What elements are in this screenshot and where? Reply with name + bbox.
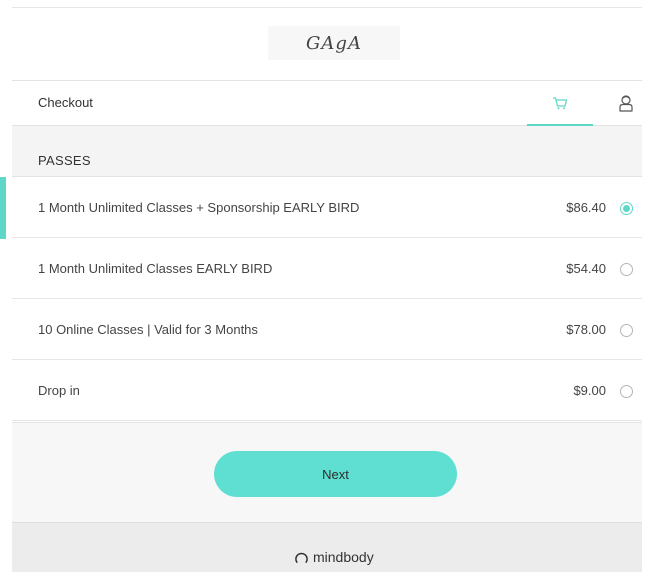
studio-logo-text: GAgA xyxy=(306,32,362,54)
next-button[interactable]: Next xyxy=(214,451,457,497)
user-icon xyxy=(619,95,633,112)
pass-price: $54.40 xyxy=(566,261,606,276)
selected-indicator xyxy=(0,177,6,239)
pass-name: Drop in xyxy=(38,383,80,398)
pass-option[interactable]: Drop in $9.00 xyxy=(12,360,642,421)
pass-name: 1 Month Unlimited Classes + Sponsorship … xyxy=(38,200,360,215)
passes-list: 1 Month Unlimited Classes + Sponsorship … xyxy=(0,177,642,421)
mindbody-brand[interactable]: mindbody xyxy=(294,549,374,565)
footer: mindbody xyxy=(12,522,642,572)
top-divider xyxy=(12,7,642,8)
tab-cart[interactable] xyxy=(527,81,593,126)
pass-radio[interactable] xyxy=(620,324,633,337)
pass-price: $86.40 xyxy=(566,200,606,215)
checkout-header: Checkout xyxy=(12,80,642,126)
pass-radio[interactable] xyxy=(620,263,633,276)
pass-radio[interactable] xyxy=(620,385,633,398)
pass-price: $9.00 xyxy=(573,383,606,398)
pass-radio[interactable] xyxy=(620,202,633,215)
page-title: Checkout xyxy=(38,95,93,110)
pass-option[interactable]: 1 Month Unlimited Classes EARLY BIRD $54… xyxy=(12,238,642,299)
pass-option[interactable]: 10 Online Classes | Valid for 3 Months $… xyxy=(12,299,642,360)
mindbody-logo-icon xyxy=(295,552,308,563)
brand-name: mindbody xyxy=(313,549,374,565)
pass-name: 10 Online Classes | Valid for 3 Months xyxy=(38,322,258,337)
action-area: Next xyxy=(12,422,642,522)
section-title: PASSES xyxy=(38,153,91,168)
passes-section-header: PASSES xyxy=(12,126,642,177)
pass-name: 1 Month Unlimited Classes EARLY BIRD xyxy=(38,261,273,276)
pass-price: $78.00 xyxy=(566,322,606,337)
cart-icon xyxy=(553,96,568,109)
studio-logo: GAgA xyxy=(268,26,400,60)
checkout-page: GAgA Checkout PASSES 1 Month Unlimited C… xyxy=(0,0,642,572)
account-button[interactable] xyxy=(615,92,637,114)
pass-option[interactable]: 1 Month Unlimited Classes + Sponsorship … xyxy=(0,177,642,239)
